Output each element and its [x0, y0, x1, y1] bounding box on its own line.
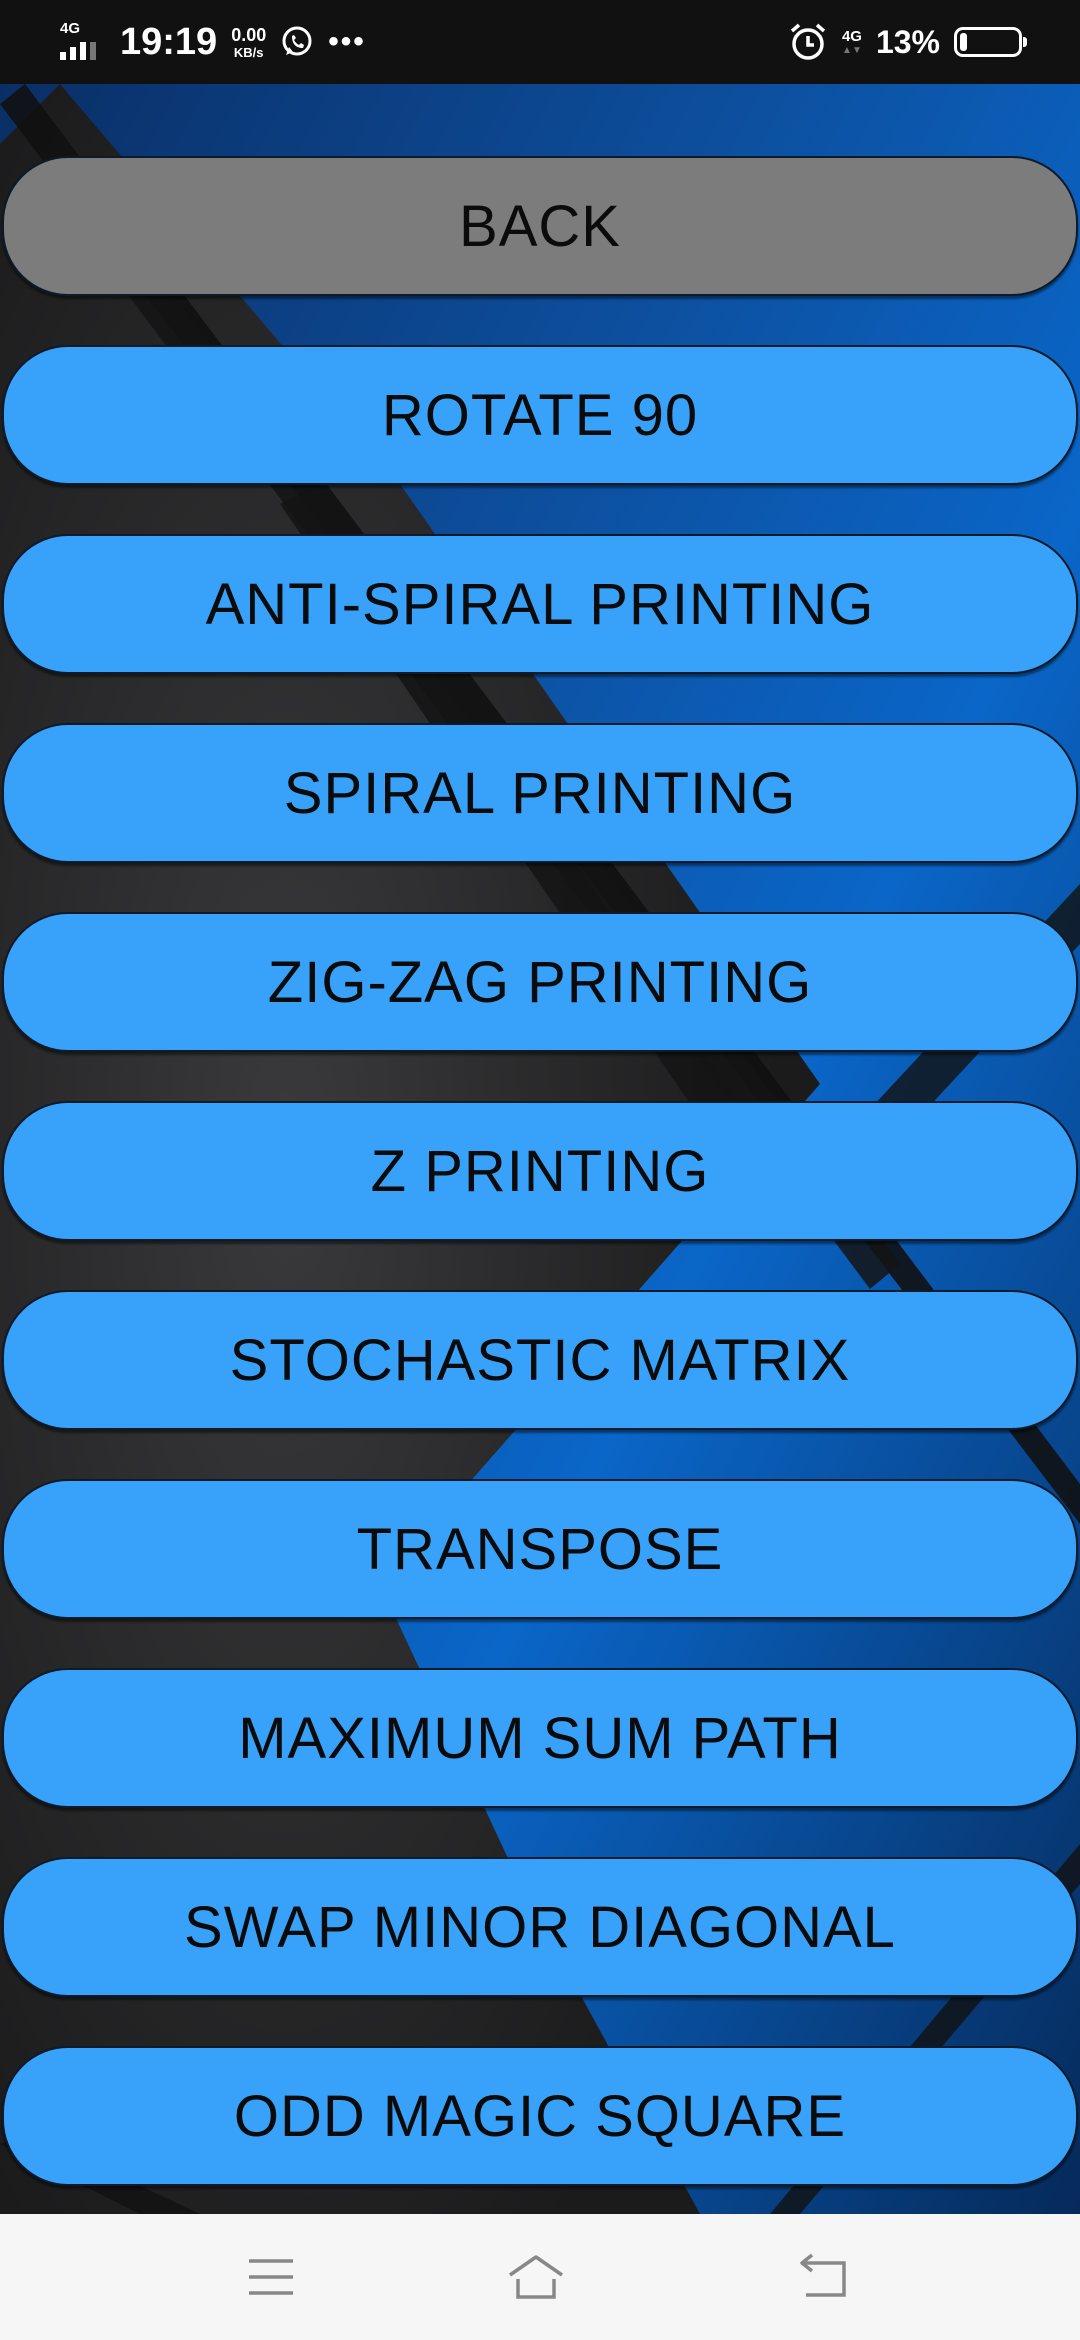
- menu-list: BACK ROTATE 90 ANTI-SPIRAL PRINTING SPIR…: [0, 84, 1080, 2214]
- more-notifications-icon: •••: [328, 25, 366, 58]
- whatsapp-icon: [282, 26, 312, 56]
- menu-icon[interactable]: [241, 2247, 301, 2307]
- app-screen: 4G 19:19 0.00 KB/s ••• 4G ▲▼ 13% BACK RO…: [0, 0, 1080, 2340]
- battery-percentage: 13%: [875, 23, 940, 60]
- status-bar: 4G 19:19 0.00 KB/s ••• 4G ▲▼ 13%: [0, 0, 1080, 84]
- network-speed: 0.00 KB/s: [231, 26, 266, 59]
- mobile-data-label: 4G: [841, 27, 862, 45]
- battery-icon: [954, 27, 1027, 57]
- transpose-button[interactable]: TRANSPOSE: [2, 1479, 1078, 1619]
- back-icon[interactable]: [792, 2247, 852, 2307]
- anti-spiral-printing-button[interactable]: ANTI-SPIRAL PRINTING: [2, 534, 1078, 674]
- signal-icon: 4G: [58, 18, 106, 66]
- status-bar-right: 4G ▲▼ 13%: [788, 0, 1027, 84]
- mobile-data-indicator: 4G ▲▼: [842, 29, 862, 56]
- network-speed-value: 0.00: [231, 24, 267, 45]
- status-bar-left: 4G 19:19 0.00 KB/s •••: [58, 0, 366, 84]
- swap-minor-diagonal-button[interactable]: SWAP MINOR DIAGONAL: [2, 1857, 1078, 1997]
- home-icon[interactable]: [506, 2247, 566, 2307]
- spiral-printing-button[interactable]: SPIRAL PRINTING: [2, 723, 1078, 863]
- zig-zag-printing-button[interactable]: ZIG-ZAG PRINTING: [2, 912, 1078, 1052]
- rotate-90-button[interactable]: ROTATE 90: [2, 345, 1078, 485]
- alarm-icon: [790, 23, 826, 60]
- odd-magic-square-button[interactable]: ODD MAGIC SQUARE: [2, 2046, 1078, 2186]
- maximum-sum-path-button[interactable]: MAXIMUM SUM PATH: [2, 1668, 1078, 1808]
- network-speed-unit: KB/s: [233, 44, 264, 60]
- navigation-bar: [0, 2214, 1080, 2340]
- z-printing-button[interactable]: Z PRINTING: [2, 1101, 1078, 1241]
- back-button[interactable]: BACK: [2, 156, 1078, 296]
- clock: 19:19: [120, 20, 218, 63]
- battery-level-fill: [960, 33, 967, 51]
- network-type-label: 4G: [60, 20, 81, 37]
- data-activity-icon: ▲▼: [842, 44, 862, 56]
- stochastic-matrix-button[interactable]: STOCHASTIC MATRIX: [2, 1290, 1078, 1430]
